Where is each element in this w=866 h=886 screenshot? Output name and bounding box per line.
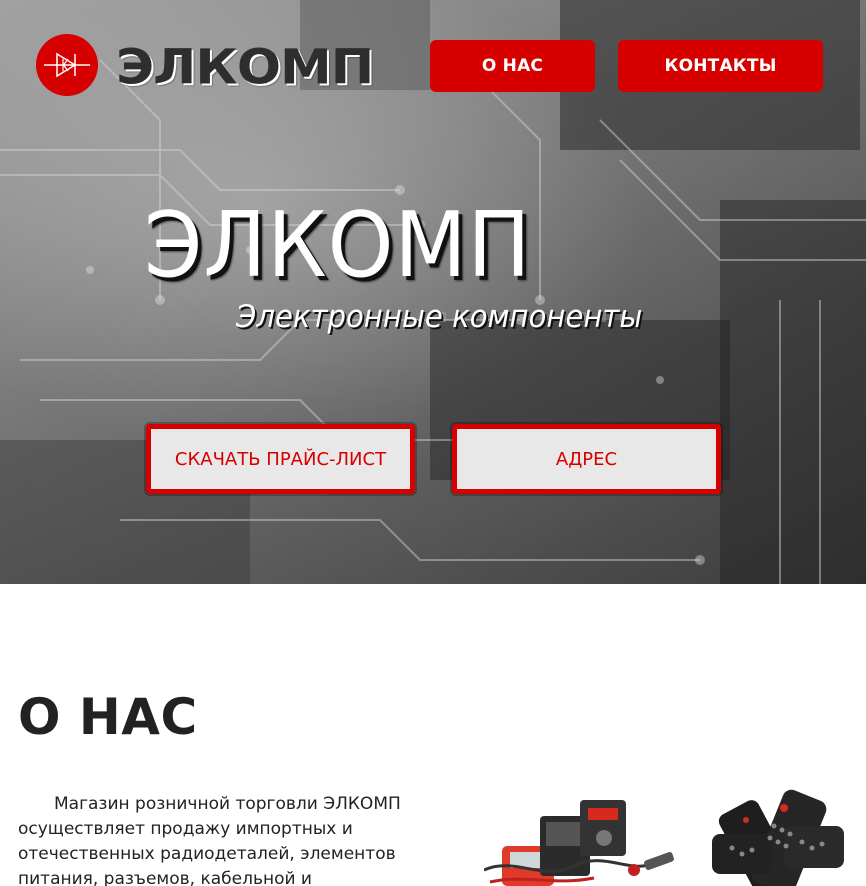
site-logo[interactable]: ЭЛКОМП <box>36 34 374 98</box>
address-button[interactable]: АДРЕС <box>452 424 721 494</box>
logo-diode-icon <box>36 34 98 96</box>
nav-about-button[interactable]: О НАС <box>430 40 595 92</box>
hero-subtitle: Электронные компоненты <box>236 299 643 335</box>
nav-contacts-button[interactable]: КОНТАКТЫ <box>618 40 823 92</box>
download-price-list-button[interactable]: СКАЧАТЬ ПРАЙС-ЛИСТ <box>146 424 415 494</box>
logo-text: ЭЛКОМП <box>116 40 374 96</box>
hero-section: ЭЛКОМП О НАС КОНТАКТЫ ЭЛКОМП Электронные… <box>0 0 866 584</box>
hero-title: ЭЛКОМП <box>144 193 532 298</box>
about-heading: О НАС <box>18 688 198 746</box>
products-image <box>484 789 844 886</box>
tools-illustration <box>484 800 674 886</box>
about-text: Магазин розничной торговли ЭЛКОМП осущес… <box>18 794 401 886</box>
remote-controls-illustration <box>712 789 844 886</box>
